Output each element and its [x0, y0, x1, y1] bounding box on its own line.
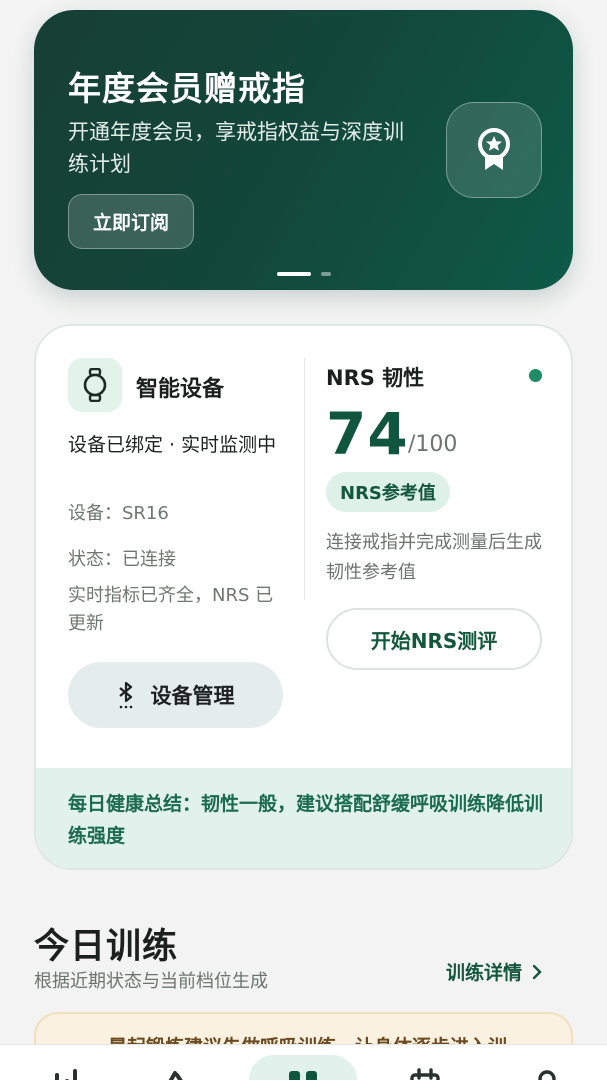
stats-icon: [55, 1069, 77, 1080]
profile-icon: [538, 1070, 556, 1080]
watch-icon: [83, 368, 107, 402]
tab-home[interactable]: [283, 1067, 323, 1080]
tab-training[interactable]: [152, 1067, 192, 1080]
training-details-link[interactable]: 训练详情: [446, 958, 542, 985]
chevron-right-icon: [532, 964, 542, 979]
award-icon: [478, 128, 510, 170]
device-model: 设备：SR16: [68, 503, 169, 524]
device-manage-label: 设备管理: [150, 684, 235, 708]
nrs-max: /100: [408, 432, 458, 457]
training-icon: [168, 1071, 183, 1080]
training-details-label: 训练详情: [446, 962, 523, 984]
nrs-score: 74: [326, 400, 409, 468]
bottom-tab-bar: [0, 1044, 607, 1080]
nrs-reference-badge: NRS参考值: [326, 472, 450, 512]
carousel-dot-active: [277, 272, 311, 276]
daily-summary: 每日健康总结：韧性一般，建议搭配舒缓呼吸训练降低训练强度: [36, 768, 571, 868]
calendar-icon: [410, 1068, 440, 1080]
device-note: 实时指标已齐全，NRS 已更新: [68, 585, 274, 634]
carousel-indicator: [277, 272, 331, 276]
start-nrs-button[interactable]: 开始NRS测评: [326, 608, 542, 670]
tab-stats[interactable]: [41, 1067, 81, 1080]
device-icon-box: [68, 358, 122, 412]
subscribe-button[interactable]: 立即订阅: [68, 194, 194, 249]
nrs-status-dot: [529, 369, 542, 382]
nrs-title: NRS 韧性: [326, 366, 425, 390]
banner-subtitle: 开通年度会员，享戒指权益与深度训练计划: [68, 120, 404, 176]
carousel-dot: [321, 272, 331, 276]
bluetooth-icon: [118, 681, 132, 709]
tab-profile[interactable]: [527, 1067, 567, 1080]
today-title: 今日训练: [34, 927, 179, 967]
promo-banner[interactable]: 年度会员赠戒指 开通年度会员，享戒指权益与深度训练计划 立即订阅: [34, 10, 573, 290]
card-divider: [304, 358, 305, 600]
device-manage-button[interactable]: 设备管理: [68, 662, 283, 728]
award-badge: [446, 102, 542, 198]
device-status: 设备已绑定 · 实时监测中: [68, 434, 277, 456]
device-connection: 状态：已连接: [68, 549, 176, 570]
tab-calendar[interactable]: [405, 1067, 445, 1080]
nrs-description: 连接戒指并完成测量后生成韧性参考值: [326, 532, 542, 583]
device-nrs-card: 智能设备 设备已绑定 · 实时监测中 设备：SR16 状态：已连接 实时指标已齐…: [34, 324, 573, 870]
device-title: 智能设备: [136, 377, 225, 402]
home-icon: [289, 1071, 317, 1080]
today-subtitle: 根据近期状态与当前档位生成: [34, 971, 268, 992]
banner-title: 年度会员赠戒指: [68, 69, 306, 108]
